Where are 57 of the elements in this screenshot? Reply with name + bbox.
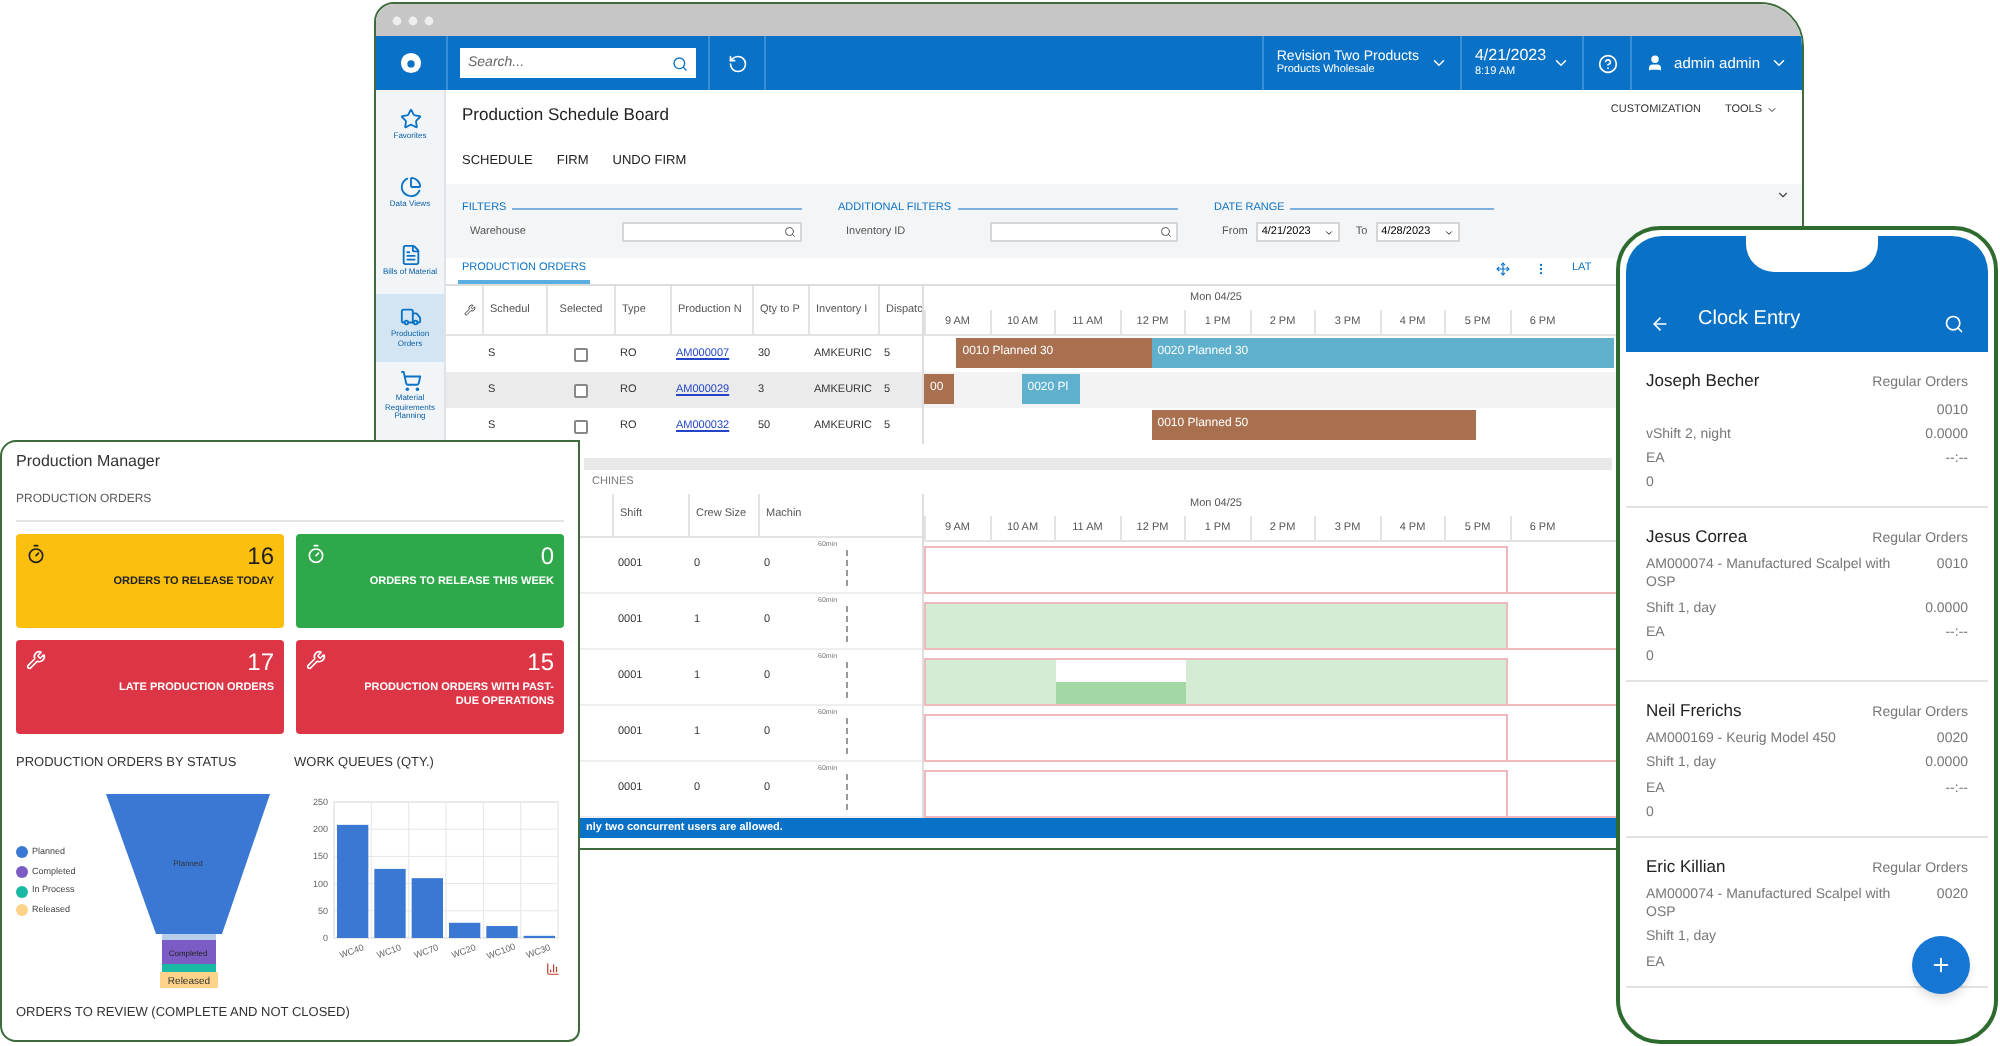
move-icon[interactable]: [1496, 261, 1510, 276]
scale-ticks: [846, 605, 848, 641]
chevron-icon[interactable]: [1430, 54, 1449, 72]
caret-icon: [1443, 227, 1454, 238]
help-icon[interactable]: [1597, 53, 1618, 73]
phone-notch: [1746, 236, 1878, 272]
search-icon[interactable]: [1160, 226, 1172, 239]
window-dots-icon: [392, 15, 436, 25]
kpi-value: 15: [527, 650, 554, 674]
scale-ticks: [846, 717, 848, 753]
chart-bar: [411, 877, 443, 938]
search-icon[interactable]: [672, 55, 688, 71]
stopwatch-icon: [26, 544, 46, 564]
checkbox[interactable]: [573, 419, 587, 433]
wrench-icon: [306, 650, 326, 670]
caret-icon: [1323, 227, 1334, 238]
history-icon[interactable]: [727, 53, 747, 73]
checkbox[interactable]: [573, 347, 587, 361]
chart-bar: [337, 824, 369, 938]
chart-bar: [374, 868, 406, 938]
business-date: 4/21/2023: [1474, 48, 1547, 66]
caret-icon: [1766, 104, 1778, 117]
scale-ticks: [846, 661, 848, 697]
wrench-icon: [464, 304, 476, 316]
card-title: Production Manager: [16, 450, 163, 474]
employee-name: Joseph Becher: [1646, 368, 1760, 394]
chevron-icon[interactable]: [1770, 54, 1788, 72]
wrench-icon: [26, 650, 46, 670]
logo-icon[interactable]: [400, 52, 422, 74]
chart-icon[interactable]: [546, 961, 560, 976]
employee-name: Eric Killian: [1646, 853, 1726, 879]
screen-title: Clock Entry: [1698, 306, 1803, 334]
chevron-icon[interactable]: [1552, 54, 1571, 72]
kpi-value: 0: [540, 544, 554, 568]
back-icon[interactable]: [1650, 314, 1670, 334]
inventory-field[interactable]: [990, 222, 1178, 243]
checkbox[interactable]: [573, 383, 587, 397]
pie-chart-icon: [399, 175, 421, 198]
collapse-icon[interactable]: [1776, 188, 1790, 202]
search-icon[interactable]: [784, 226, 796, 239]
scale-ticks: [846, 773, 848, 809]
stopwatch-icon: [306, 544, 326, 564]
warehouse-field[interactable]: [622, 222, 802, 243]
page-title: Production Schedule Board: [462, 102, 669, 128]
user-icon: [1646, 54, 1665, 72]
kpi-value: 16: [247, 544, 274, 568]
star-icon: [399, 107, 421, 130]
employee-name: Neil Frerichs: [1646, 697, 1742, 724]
plus-icon: [1930, 954, 1952, 976]
cart-icon: [399, 370, 421, 393]
kpi-value: 17: [247, 650, 274, 674]
scale-ticks: [846, 549, 848, 585]
more-icon[interactable]: [1534, 261, 1548, 276]
employee-name: Jesus Correa: [1646, 523, 1748, 550]
add-button[interactable]: [1912, 936, 1970, 994]
truck-icon: [399, 306, 421, 329]
document-icon: [399, 243, 421, 266]
